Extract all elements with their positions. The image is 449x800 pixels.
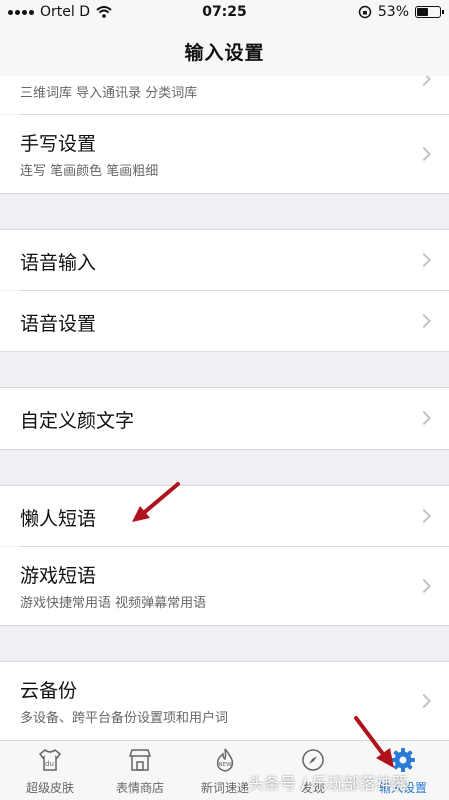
page-title: 输入设置: [184, 41, 265, 64]
row-label: 语音设置: [20, 313, 97, 335]
settings-row-voice-settings[interactable]: 语音设置: [0, 291, 449, 351]
chevron-right-icon: [416, 313, 432, 329]
new-fire-icon: NEW: [216, 748, 234, 772]
settings-row-custom-emoticons[interactable]: 自定义颜文字: [0, 388, 449, 449]
watermark: 头条号 / 乐玩部落神器: [248, 774, 408, 793]
settings-row-dictionary[interactable]: 三维词库 导入通讯录 分类词库: [0, 76, 449, 114]
row-label: 语音输入: [20, 252, 97, 274]
row-label: 懒人短语: [20, 508, 97, 530]
annotation-arrow-icon: [132, 482, 180, 522]
tshirt-icon: du: [38, 749, 62, 771]
annotation-arrow-icon: [354, 716, 394, 768]
shop-icon: [128, 749, 152, 771]
section-gap: [0, 625, 449, 626]
row-label: 自定义颜文字: [20, 410, 135, 432]
svg-text:du: du: [45, 760, 54, 768]
battery-percent: 53%: [377, 4, 409, 20]
row-label: 云备份: [20, 680, 78, 702]
chevron-right-icon: [416, 508, 432, 524]
battery-area: 53%: [358, 4, 444, 20]
settings-list[interactable]: 三维词库 导入通讯录 分类词库 手写设置 连写 笔画颜色 笔画粗细 语音输入 语…: [0, 76, 449, 740]
settings-row-game-phrases[interactable]: 游戏短语 游戏快捷常用语 视频弹幕常用语: [0, 547, 449, 625]
row-subtitle: 游戏快捷常用语 视频弹幕常用语: [20, 596, 207, 611]
nav-bar: 输入设置: [0, 26, 449, 76]
section-gap: [0, 193, 449, 194]
chevron-right-icon: [416, 578, 432, 594]
status-bar: Ortel D 07:25 53%: [0, 0, 449, 26]
rotation-lock-icon: [358, 5, 372, 19]
new-badge: NEW: [219, 762, 233, 768]
chevron-right-icon: [416, 410, 432, 426]
section-gap: [0, 449, 449, 450]
tab-label: 超级皮肤: [25, 781, 74, 795]
tab-emoji-shop[interactable]: 表情商店: [95, 741, 185, 800]
chevron-right-icon: [416, 693, 432, 709]
section-gap: [0, 351, 449, 352]
row-label: 游戏短语: [20, 565, 97, 587]
chevron-right-icon: [416, 252, 432, 268]
row-label: 手写设置: [20, 133, 97, 155]
battery-icon: [415, 6, 444, 18]
tab-super-skin[interactable]: du 超级皮肤: [5, 741, 95, 800]
settings-row-handwriting[interactable]: 手写设置 连写 笔画颜色 笔画粗细: [0, 115, 449, 193]
row-subtitle: 多设备、跨平台备份设置项和用户词: [20, 711, 229, 726]
row-subtitle: 三维词库 导入通讯录 分类词库: [20, 86, 198, 101]
row-subtitle: 连写 笔画颜色 笔画粗细: [20, 164, 159, 179]
chevron-right-icon: [416, 146, 432, 162]
chevron-right-icon: [416, 76, 432, 87]
settings-row-voice-input[interactable]: 语音输入: [0, 230, 449, 290]
tab-label: 表情商店: [115, 781, 164, 795]
settings-row-lazy-phrases[interactable]: 懒人短语: [0, 486, 449, 546]
